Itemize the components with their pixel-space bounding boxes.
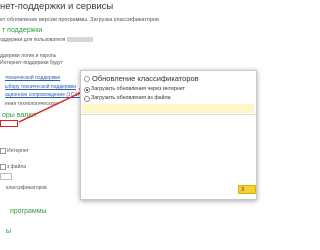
radio-internet[interactable] [84,87,90,93]
update-classifiers-dialog: Обновление классификаторов Загрузить обн… [80,70,257,200]
option-internet[interactable]: Загрузить обновления через интернет [91,86,185,92]
selected-option-highlight [82,104,254,113]
dialog-next-label: З [241,187,245,193]
dialog-icon [84,76,90,82]
dialog-divider [81,114,256,115]
dialog-next-button[interactable]: З [238,185,256,194]
radio-file[interactable] [84,96,90,102]
dialog-title: Обновление классификаторов [92,74,199,83]
option-file[interactable]: Загрузить обновления из файла [91,95,171,101]
